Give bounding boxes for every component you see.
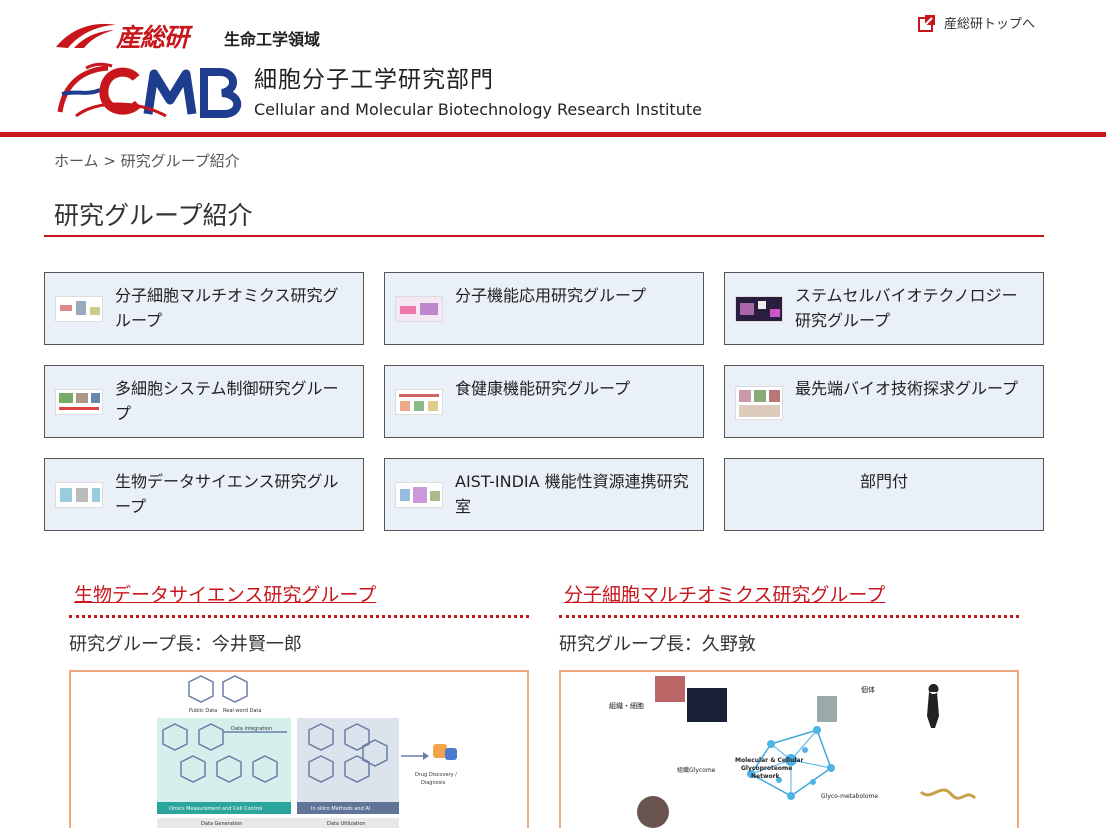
group-leader: 研究グループ長：久野敦: [559, 634, 756, 655]
group-thumbnail: [55, 296, 103, 322]
breadcrumb-separator: >: [98, 152, 121, 170]
heading-dotted-rule: [559, 615, 1019, 618]
svg-text:Diagnosis: Diagnosis: [421, 780, 446, 786]
institute-name-ja: 細胞分子工学研究部門: [254, 67, 494, 93]
group-thumbnail: [395, 482, 443, 508]
external-link-icon: [918, 14, 935, 32]
svg-text:Drug Discovery /: Drug Discovery /: [415, 772, 457, 778]
svg-text:Data integration: Data integration: [231, 726, 272, 732]
research-figure: 組織・細胞 個体 Molecular & Cellular Glycoprote…: [559, 670, 1019, 828]
title-divider: [44, 235, 1044, 237]
research-diagram: 組織・細胞 個体 Molecular & Cellular Glycoprote…: [609, 676, 977, 828]
section-heading-link[interactable]: 分子細胞マルチオミクス研究グループ: [559, 580, 1019, 607]
group-thumbnail: [55, 482, 103, 508]
section-bio-data-science: 生物データサイエンス研究グループ 研究グループ長：今井賢一郎 Public Da…: [69, 580, 529, 828]
svg-text:Data Utilization: Data Utilization: [327, 821, 366, 827]
group-card-bio-data-science[interactable]: 生物データサイエンス研究グループ: [44, 458, 364, 531]
svg-text:Data Generation: Data Generation: [201, 821, 242, 827]
group-thumbnail: [395, 389, 443, 415]
svg-text:Real-word Data: Real-word Data: [223, 708, 261, 714]
breadcrumb-home-link[interactable]: ホーム: [54, 152, 99, 170]
research-diagram: Public Data Real-word Data Data integrat…: [157, 675, 457, 828]
group-card-food-health[interactable]: 食健康機能研究グループ: [384, 365, 704, 438]
aist-name: 産総研: [116, 24, 189, 52]
aist-top-link[interactable]: 産総研トップへ: [918, 13, 1035, 32]
page-title: 研究グループ紹介: [54, 201, 253, 230]
group-thumbnail: [55, 389, 103, 415]
breadcrumb: ホーム > 研究グループ紹介: [54, 150, 240, 171]
svg-text:Public Data: Public Data: [189, 708, 217, 714]
group-card-division-attached[interactable]: 部門付: [724, 458, 1044, 531]
heading-dotted-rule: [69, 615, 529, 618]
group-card-label: AIST-INDIA 機能性資源連携研究室: [455, 472, 689, 516]
svg-text:Molecular & Cellular: Molecular & Cellular: [735, 757, 803, 764]
svg-text:組織・細胞: 組織・細胞: [609, 701, 644, 710]
aist-swoosh-icon: [56, 23, 116, 48]
group-grid: 分子細胞マルチオミクス研究グループ 分子機能応用研究グループ ステムセルバイオテ…: [44, 272, 1044, 531]
svg-text:Glycoproteome: Glycoproteome: [741, 765, 792, 772]
group-card-aist-india[interactable]: AIST-INDIA 機能性資源連携研究室: [384, 458, 704, 531]
top-link-label: 産総研トップへ: [944, 17, 1036, 32]
research-figure: Public Data Real-word Data Data integrat…: [69, 670, 529, 828]
group-card-multicellular[interactable]: 多細胞システム制御研究グループ: [44, 365, 364, 438]
group-card-label: 多細胞システム制御研究グループ: [115, 379, 339, 423]
aist-logo[interactable]: 産総研: [54, 18, 189, 54]
group-card-stem-cell[interactable]: ステムセルバイオテクノロジー研究グループ: [724, 272, 1044, 345]
section-multiomics: 分子細胞マルチオミクス研究グループ 研究グループ長：久野敦 組織・細胞 個体 M…: [559, 580, 1019, 828]
group-thumbnail: [735, 296, 783, 322]
group-card-label: 最先端バイオ技術探求グループ: [795, 379, 1019, 398]
header-divider: [0, 132, 1106, 137]
group-card-label: ステムセルバイオテクノロジー研究グループ: [795, 286, 1018, 330]
group-thumbnail: [735, 386, 783, 420]
group-card-label: 部門付: [859, 472, 908, 491]
group-card-molecular-function[interactable]: 分子機能応用研究グループ: [384, 272, 704, 345]
svg-text:組織Glycome: 組織Glycome: [677, 766, 716, 774]
group-thumbnail: [395, 296, 443, 322]
section-heading-link[interactable]: 生物データサイエンス研究グループ: [69, 580, 529, 607]
svg-text:Omics Measurement and Cell Con: Omics Measurement and Cell Control: [169, 806, 262, 812]
group-card-label: 分子機能応用研究グループ: [455, 286, 647, 305]
svg-text:In silico Methods and AI: In silico Methods and AI: [311, 806, 370, 812]
breadcrumb-current: 研究グループ紹介: [120, 152, 240, 170]
svg-text:Glyco-metabolome: Glyco-metabolome: [821, 793, 878, 800]
group-leader: 研究グループ長：今井賢一郎: [69, 634, 302, 655]
institute-name-en: Cellular and Molecular Biotechnology Res…: [254, 100, 702, 119]
group-card-label: 生物データサイエンス研究グループ: [115, 472, 339, 516]
group-card-label: 食健康機能研究グループ: [455, 379, 631, 398]
svg-text:Network: Network: [751, 773, 781, 780]
domain-name: 生命工学領域: [224, 30, 321, 49]
group-card-label: 分子細胞マルチオミクス研究グループ: [115, 286, 339, 330]
svg-text:個体: 個体: [861, 685, 875, 694]
cmb-logo[interactable]: [56, 60, 244, 120]
group-card-advanced-bio[interactable]: 最先端バイオ技術探求グループ: [724, 365, 1044, 438]
group-card-multiomics[interactable]: 分子細胞マルチオミクス研究グループ: [44, 272, 364, 345]
